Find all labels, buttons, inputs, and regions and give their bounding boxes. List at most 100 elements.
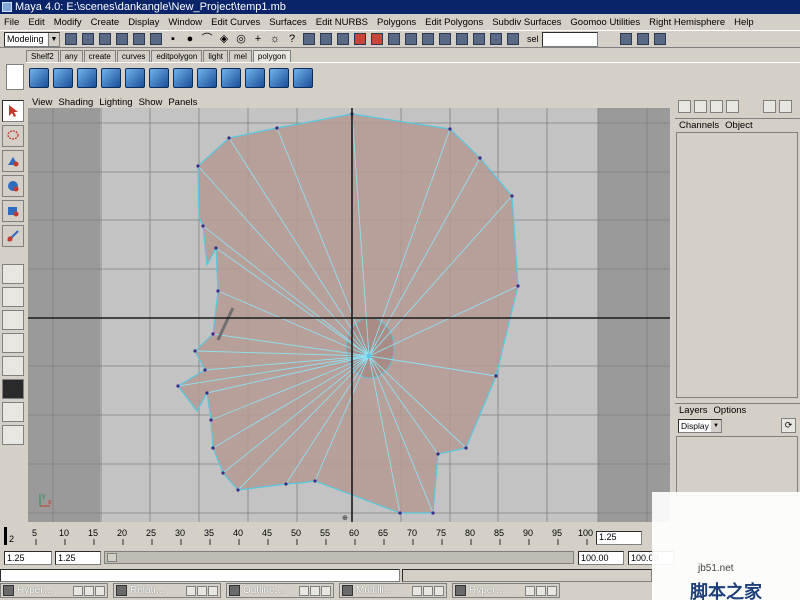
restore-icon[interactable] [186,585,196,596]
poly-tool-8-icon[interactable] [197,67,217,88]
history-icon[interactable] [388,33,400,45]
menu-subdiv-surfaces[interactable]: Subdiv Surfaces [492,17,561,28]
output-ops-icon[interactable] [422,33,434,45]
restore-icon[interactable] [412,585,422,596]
shelf-tab-shelf2[interactable]: Shelf2 [26,50,59,62]
menu-edit-polygons[interactable]: Edit Polygons [425,17,483,28]
select-hierarchy-icon[interactable] [116,33,128,45]
shelf-tab-polygon[interactable]: polygon [252,50,291,62]
shelf-tab-curves[interactable]: curves [116,50,151,62]
layout-four-view-button[interactable] [2,287,24,307]
layer-list[interactable] [676,436,798,496]
move-tool-button[interactable] [2,150,24,172]
poly-tool-5-icon[interactable] [125,67,145,88]
shelf-tab-mel[interactable]: mel [229,50,252,62]
select-component-icon[interactable] [150,33,162,45]
menu-file[interactable]: File [4,17,19,28]
render-icon[interactable] [473,33,485,45]
magnet-icon[interactable] [371,33,383,45]
construction-history-icon[interactable] [439,33,451,45]
layer-mode-select[interactable]: Display ▼ [678,419,722,433]
menu-modify[interactable]: Modify [54,17,82,28]
menu-display[interactable]: Display [128,17,159,28]
select-by-render-icon[interactable]: ☼ [269,33,281,45]
minimized-window-multilister[interactable]: Multilli… [339,583,447,598]
channel-box-body[interactable] [676,132,798,398]
poly-tool-10-icon[interactable] [245,67,265,88]
poly-tool-11-icon[interactable] [269,67,289,88]
restore-icon[interactable] [73,585,83,596]
menu-create[interactable]: Create [91,17,120,28]
ipr-render-icon[interactable] [490,33,502,45]
select-by-deformer-icon[interactable]: ◎ [235,33,247,45]
object-menu[interactable]: Object [725,120,752,131]
lock-selection-icon[interactable] [303,33,315,45]
range-slider-handle[interactable] [107,553,117,562]
shelf-menu-button[interactable] [6,64,24,90]
menu-right-hemisphere[interactable]: Right Hemisphere [649,17,725,28]
snap-point-icon[interactable] [354,33,366,45]
range-slider[interactable] [104,551,574,564]
restore-icon[interactable] [525,585,535,596]
maximize-icon[interactable] [423,585,433,596]
shelf-tab-any[interactable]: any [59,50,83,62]
show-attribute-editor-icon[interactable] [619,33,632,45]
playback-end-field[interactable]: 100.00 [578,551,624,565]
restore-icon[interactable] [299,585,309,596]
poly-tool-9-icon[interactable] [221,67,241,88]
shelf-tab-create[interactable]: create [83,50,116,62]
menu-window[interactable]: Window [168,17,202,28]
render-globals-icon[interactable] [507,33,519,45]
snap-grid-icon[interactable] [320,33,332,45]
menu-goomoo-utilities[interactable]: Goomoo Utilities [570,17,640,28]
quick-select-field[interactable] [541,31,598,47]
menu-edit-curves[interactable]: Edit Curves [211,17,260,28]
minimized-window-outliner[interactable]: Outline… [226,583,334,598]
new-layer-icon[interactable]: ⟳ [781,418,796,433]
scale-tool-button[interactable] [2,200,24,222]
channel-box-close-icon[interactable] [779,99,792,113]
manipulator-tool-button[interactable] [2,225,24,247]
select-by-surface-icon[interactable]: ◈ [218,33,230,45]
channel-layer-view-icon[interactable] [710,99,723,113]
layers-menu[interactable]: Layers [679,405,708,416]
panel-menu-lighting[interactable]: Lighting [99,97,132,108]
poly-tool-7-icon[interactable] [173,67,193,88]
layout-single-perspective-button[interactable] [2,264,24,284]
input-ops-icon[interactable] [405,33,417,45]
show-tool-settings-icon[interactable] [636,33,649,45]
close-icon[interactable] [321,585,331,596]
maximize-icon[interactable] [310,585,320,596]
poly-tool-12-icon[interactable] [293,67,313,88]
render-view-icon[interactable] [456,33,468,45]
layout-persp-graph-button[interactable] [2,356,24,376]
menu-surfaces[interactable]: Surfaces [269,17,307,28]
menu-help[interactable]: Help [734,17,754,28]
new-scene-icon[interactable] [65,33,77,45]
collapse-view-icon[interactable] [726,99,739,113]
shelf-tab-light[interactable]: light [203,50,228,62]
menu-edit[interactable]: Edit [28,17,44,28]
current-time-field[interactable]: 1.25 [596,531,642,545]
maximize-icon[interactable] [536,585,546,596]
select-by-dynamic-icon[interactable]: + [252,33,264,45]
poly-tool-4-icon[interactable] [101,67,121,88]
poly-tool-3-icon[interactable] [77,67,97,88]
minimized-window-hypergraph[interactable]: Hyper… [0,583,108,598]
layout-side-by-side-button[interactable] [2,310,24,330]
close-icon[interactable] [547,585,557,596]
panel-menu-view[interactable]: View [32,97,52,108]
close-icon[interactable] [434,585,444,596]
layout-more-button[interactable] [2,425,24,445]
options-menu[interactable]: Options [714,405,747,416]
minimized-window-relationship[interactable]: Relati… [113,583,221,598]
menu-edit-nurbs[interactable]: Edit NURBS [316,17,368,28]
layout-hypershade-button[interactable] [2,379,24,399]
command-line-input[interactable] [0,569,400,582]
playback-start-field[interactable]: 1.25 [55,551,101,565]
snap-curve-icon[interactable] [337,33,349,45]
close-icon[interactable] [95,585,105,596]
channel-box-view-icon[interactable] [678,99,691,113]
layout-outliner-button[interactable] [2,333,24,353]
side-viewport[interactable]: ⊕ y x [28,108,670,522]
